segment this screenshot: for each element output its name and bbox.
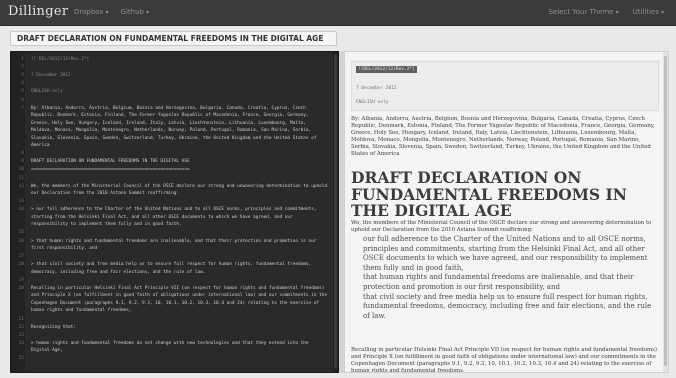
line-number: 1 bbox=[21, 57, 24, 62]
line-number: 25 bbox=[18, 356, 24, 362]
preview-blockquote: our full adherence to the Charter of the… bbox=[363, 235, 655, 321]
nav-left: Dropbox ▾ Github ▾ bbox=[74, 8, 149, 16]
line-number: 18 bbox=[18, 262, 24, 268]
line-number: 24 bbox=[18, 340, 24, 346]
markdown-editor[interactable]: 1 ![ DEL/2012/12/Rev.2*] 2 3 7 December 2012… bbox=[10, 51, 339, 373]
chevron-down-icon: ▾ bbox=[615, 9, 619, 16]
line-number: 7 bbox=[21, 105, 24, 111]
preview-language: ENGLISH only bbox=[356, 100, 389, 105]
line-text: > our full adherence to the Charter of t… bbox=[31, 207, 320, 228]
preview-quote-item: that human rights and fundamental freedo… bbox=[363, 273, 634, 291]
app-logo[interactable]: Dillinger bbox=[8, 4, 68, 19]
line-text: Recognizing that: bbox=[31, 324, 76, 330]
document-title-input[interactable] bbox=[10, 31, 337, 46]
line-text: ENGLISH only bbox=[31, 89, 63, 95]
preview-heading: DRAFT DECLARATION ON FUNDAMENTAL FREEDOM… bbox=[351, 168, 627, 220]
line-number: 14 bbox=[18, 207, 24, 213]
line-number: 10 bbox=[18, 167, 24, 173]
preview-recalling: Recalling in particular Helsinki Final A… bbox=[351, 347, 657, 373]
line-number: 20 bbox=[18, 285, 24, 291]
line-text: > that civil society and free media help… bbox=[31, 262, 314, 275]
line-text: > that human rights and fundamental free… bbox=[31, 238, 320, 252]
preview-code-highlight: ![DEL/2012/12/Rev.2*] bbox=[356, 66, 417, 73]
line-number: 16 bbox=[18, 238, 24, 244]
nav-dropbox-menu[interactable]: Dropbox ▾ bbox=[74, 8, 109, 16]
line-number: 3 bbox=[21, 73, 24, 79]
line-text: ========================================… bbox=[31, 167, 190, 173]
preview-by-paragraph: By: Albania, Andorra, Austria, Belgium, … bbox=[351, 116, 655, 157]
line-number: 5 bbox=[21, 89, 24, 95]
nav-theme-label: Select Your Theme bbox=[548, 8, 614, 16]
nav-utilities-label: Utilities bbox=[632, 8, 659, 16]
line-number: 21 bbox=[18, 316, 24, 322]
line-text: > human rights and fundamental freedoms … bbox=[31, 340, 312, 354]
line-number: 15 bbox=[18, 230, 24, 236]
line-number: 4 bbox=[21, 81, 24, 87]
preview-code-block: ![DEL/2012/12/Rev.2*] 7 December 2012 EN… bbox=[351, 61, 659, 111]
preview-quote-item: that civil society and free media help u… bbox=[363, 292, 652, 320]
editor-scrollbar-thumb[interactable] bbox=[334, 54, 337, 369]
line-number: 12 bbox=[18, 183, 24, 189]
line-number: 2 bbox=[21, 65, 24, 71]
line-number: 19 bbox=[18, 277, 24, 283]
preview-scrollbar-thumb[interactable] bbox=[664, 56, 667, 366]
line-number: 6 bbox=[21, 97, 24, 103]
line-number: 8 bbox=[21, 151, 24, 157]
nav-right: Select Your Theme ▾ Utilities ▾ bbox=[548, 8, 664, 16]
line-number: 23 bbox=[18, 332, 24, 338]
preview-date: 7 December 2012 bbox=[356, 86, 397, 91]
line-number: 22 bbox=[18, 324, 24, 330]
chevron-down-icon: ▾ bbox=[145, 9, 149, 16]
editor-scrollbar[interactable] bbox=[333, 52, 338, 372]
line-number: 17 bbox=[18, 254, 24, 260]
nav-github-label: Github bbox=[120, 8, 144, 16]
preview-scrollbar[interactable] bbox=[663, 52, 668, 372]
nav-dropbox-label: Dropbox bbox=[74, 8, 104, 16]
top-nav-bar: Dillinger Dropbox ▾ Github ▾ Select Your T… bbox=[0, 0, 676, 26]
line-text: We, the members of the Ministerial Counc… bbox=[31, 183, 330, 197]
chevron-down-icon: ▾ bbox=[105, 9, 109, 16]
html-preview: ![DEL/2012/12/Rev.2*] 7 December 2012 EN… bbox=[344, 51, 669, 373]
line-number: 13 bbox=[18, 199, 24, 205]
nav-utilities-menu[interactable]: Utilities ▾ bbox=[633, 8, 664, 16]
line-text: By: Albania, Andorra, Austria, Belgium, … bbox=[31, 105, 320, 149]
line-text: Recalling in particular Helsinki Final A… bbox=[31, 285, 330, 314]
nav-theme-menu[interactable]: Select Your Theme ▾ bbox=[548, 8, 618, 16]
line-number: 11 bbox=[18, 175, 24, 181]
line-text: 7 December 2012 bbox=[31, 73, 71, 79]
chevron-down-icon: ▾ bbox=[660, 9, 664, 16]
preview-quote-item: our full adherence to the Charter of the… bbox=[363, 235, 648, 272]
preview-intro: We, the members of the Ministerial Counc… bbox=[351, 220, 652, 233]
line-text: DRAFT DECLARATION ON FUNDAMENTAL FREEDOM… bbox=[31, 159, 190, 165]
line-number: 9 bbox=[21, 159, 24, 165]
nav-github-menu[interactable]: Github ▾ bbox=[121, 8, 149, 16]
line-text: ![ DEL/2012/12/Rev.2*] bbox=[31, 57, 90, 62]
